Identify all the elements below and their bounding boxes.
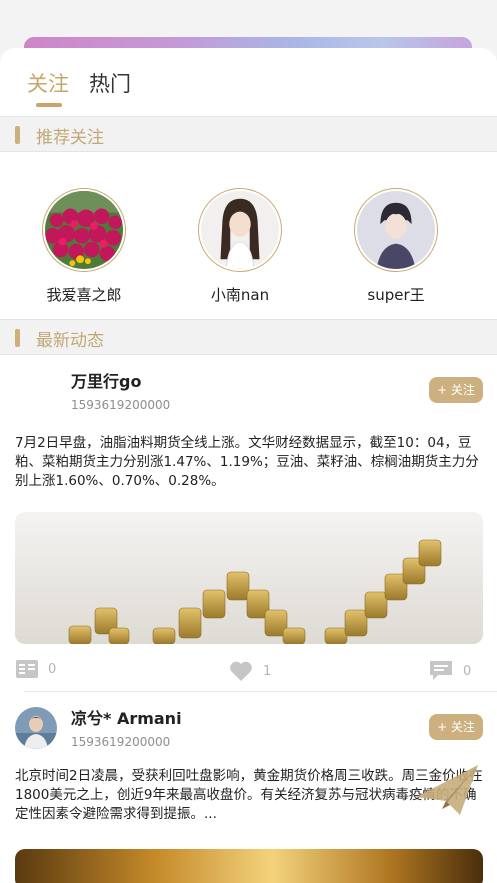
avatar[interactable] xyxy=(354,188,438,272)
message-action[interactable]: 0 xyxy=(429,660,471,682)
like-count: 1 xyxy=(263,663,272,679)
section-marker xyxy=(15,126,20,144)
follow-button[interactable]: + 关注 xyxy=(429,377,483,403)
paper-plane-icon[interactable] xyxy=(414,763,480,823)
post-image-gold[interactable] xyxy=(15,849,483,883)
avatar[interactable] xyxy=(198,188,282,272)
recommend-user-name: super王 xyxy=(367,286,425,304)
post-text: 7月2日早盘，油脂油料期货全线上涨。文华财经数据显示，截至10：04，豆粕、菜粕… xyxy=(15,435,479,489)
tab-hot[interactable]: 热门 xyxy=(89,68,131,98)
heart-icon xyxy=(230,661,252,681)
post-image-coins[interactable] xyxy=(15,512,483,644)
comment-count: 0 xyxy=(48,661,57,677)
app-screen: 关注 热门 推荐关注 我爱喜之郎 小南nan super王 最新动态 万里行go… xyxy=(0,0,497,883)
avatar[interactable] xyxy=(42,188,126,272)
post-timestamp: 1593619200000 xyxy=(71,735,171,749)
section-latest: 最新动态 xyxy=(0,319,497,355)
recommend-user[interactable]: super王 xyxy=(331,188,461,305)
post-author-name[interactable]: 万里行go xyxy=(71,368,141,392)
recommend-user-name: 小南nan xyxy=(210,286,270,304)
section-recommend: 推荐关注 xyxy=(0,116,497,152)
message-count: 0 xyxy=(463,663,472,679)
section-recommend-title: 推荐关注 xyxy=(36,128,104,148)
comment-action[interactable]: 0 xyxy=(16,660,56,678)
avatar[interactable] xyxy=(15,707,57,749)
post-text: 北京时间2日凌晨，受获利回吐盘影响，黄金期货价格周三收跌。周三金价收在1800美… xyxy=(15,768,483,822)
recommend-user[interactable]: 我爱喜之郎 xyxy=(19,188,149,305)
document-icon xyxy=(16,660,38,678)
tab-bar: 关注 热门 xyxy=(0,48,497,116)
tab-active-indicator xyxy=(36,103,62,107)
post-timestamp: 1593619200000 xyxy=(71,398,171,412)
like-action[interactable]: 1 xyxy=(229,660,271,682)
post-author-name[interactable]: 凉兮* Armani xyxy=(71,705,182,729)
recommend-user[interactable]: 小南nan xyxy=(175,188,305,305)
tab-following[interactable]: 关注 xyxy=(27,68,69,98)
avatar-anime-girl-image xyxy=(201,191,279,269)
feed-card: 关注 热门 推荐关注 我爱喜之郎 小南nan super王 最新动态 万里行go… xyxy=(0,48,497,883)
follow-button[interactable]: + 关注 xyxy=(429,714,483,740)
chat-bubble-icon xyxy=(430,661,452,680)
avatar-flowers-image xyxy=(45,191,123,269)
post-divider xyxy=(24,691,497,692)
recommend-user-name: 我爱喜之郎 xyxy=(46,286,122,304)
avatar-anime-boy-image xyxy=(357,191,435,269)
section-latest-title: 最新动态 xyxy=(36,331,104,351)
section-marker xyxy=(15,329,20,347)
